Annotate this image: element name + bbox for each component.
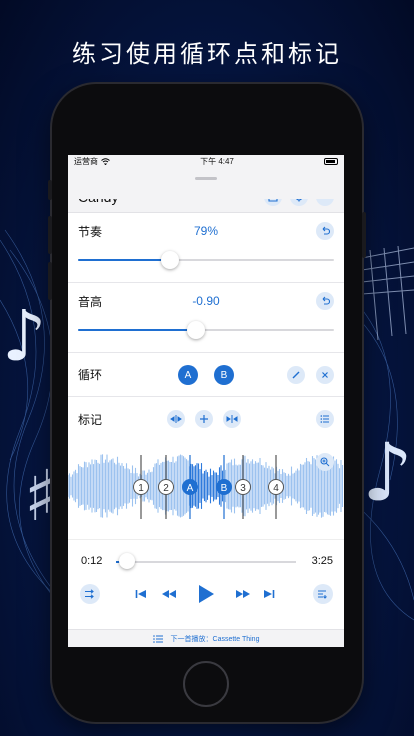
markers-row: 标记 bbox=[68, 397, 344, 441]
play-button[interactable] bbox=[195, 582, 217, 606]
repeat-list-button[interactable] bbox=[313, 584, 333, 604]
jump-right-icon bbox=[226, 415, 238, 423]
pitch-slider[interactable] bbox=[78, 319, 334, 341]
repeat-list-icon bbox=[318, 590, 327, 599]
promo-headline: 练习使用循环点和标记 bbox=[72, 40, 342, 68]
marker-4-label: 4 bbox=[273, 483, 279, 494]
next-marker-button[interactable] bbox=[223, 410, 241, 428]
status-bar: 运营商 下午 4:47 bbox=[68, 155, 344, 168]
pencil-icon bbox=[292, 371, 300, 379]
tempo-label: 节奏 bbox=[78, 224, 103, 239]
previous-marker-button[interactable] bbox=[167, 410, 185, 428]
add-marker-button[interactable] bbox=[195, 410, 213, 428]
clear-loop-button[interactable] bbox=[316, 366, 334, 384]
pitch-reset-button[interactable] bbox=[316, 292, 334, 310]
loop-label: 循环 bbox=[78, 368, 103, 382]
tempo-value: 79% bbox=[193, 224, 219, 238]
elapsed-time: 0:12 bbox=[81, 555, 103, 567]
up-next-label: 下一首播放：Cassette Thing bbox=[170, 635, 260, 643]
markers-label: 标记 bbox=[78, 412, 103, 427]
pitch-label: 音高 bbox=[78, 294, 103, 309]
marker-4[interactable]: 4 bbox=[268, 455, 284, 519]
total-duration: 3:25 bbox=[311, 555, 333, 567]
waveform-svg[interactable]: 1 2 A B 3 4 bbox=[68, 441, 344, 539]
marker-1[interactable]: 1 bbox=[133, 455, 149, 519]
loop-point-b-button[interactable]: B bbox=[214, 365, 234, 385]
skip-forward-button[interactable] bbox=[262, 584, 276, 604]
skip-back-button[interactable] bbox=[134, 584, 148, 604]
pitch-value: -0.90 bbox=[192, 294, 220, 308]
svg-text:♪: ♪ bbox=[2, 295, 47, 377]
skip-next-icon bbox=[264, 590, 275, 598]
loop-row: 循环 A B bbox=[68, 353, 344, 397]
loop-marker-a-label: A bbox=[187, 483, 194, 494]
wifi-icon bbox=[101, 158, 110, 165]
plus-icon bbox=[200, 415, 208, 423]
rewind-icon bbox=[162, 590, 176, 598]
player-panel: 0:12 3:25 bbox=[68, 539, 344, 629]
sheet-grabber[interactable] bbox=[195, 177, 217, 180]
zoom-icon bbox=[320, 457, 330, 467]
home-button[interactable] bbox=[183, 661, 229, 707]
marker-1-label: 1 bbox=[138, 483, 144, 494]
app-screen: 运营商 下午 4:47 Candy 节奏 79% bbox=[68, 155, 344, 647]
tempo-slider[interactable] bbox=[78, 249, 334, 271]
zoom-button[interactable] bbox=[316, 453, 334, 471]
tempo-reset-button[interactable] bbox=[316, 222, 334, 240]
undo-icon bbox=[322, 226, 330, 235]
edit-loop-button[interactable] bbox=[287, 366, 305, 384]
skip-previous-icon bbox=[135, 590, 146, 598]
fast-forward-button[interactable] bbox=[234, 584, 252, 604]
jump-left-icon bbox=[170, 415, 182, 423]
marker-3-label: 3 bbox=[240, 483, 246, 494]
shuffle-button[interactable] bbox=[80, 584, 100, 604]
play-icon bbox=[199, 585, 214, 603]
status-time: 下午 4:47 bbox=[200, 157, 234, 166]
waveform-view[interactable]: 1 2 A B 3 4 bbox=[68, 441, 344, 539]
marker-2-label: 2 bbox=[163, 483, 169, 494]
queue-list-icon bbox=[152, 634, 163, 643]
svg-text:♪: ♪ bbox=[362, 426, 413, 519]
shuffle-icon bbox=[85, 589, 94, 599]
loop-marker-b[interactable]: B bbox=[216, 455, 232, 519]
pitch-slider-thumb[interactable] bbox=[186, 321, 205, 339]
tempo-slider-thumb[interactable] bbox=[161, 251, 180, 269]
carrier-label: 运营商 bbox=[74, 157, 98, 166]
fast-forward-icon bbox=[236, 590, 250, 598]
marker-list-button[interactable] bbox=[316, 410, 334, 428]
sheet-header bbox=[68, 168, 344, 199]
up-next-bar[interactable]: 下一首播放：Cassette Thing bbox=[68, 629, 344, 647]
pitch-row: 音高 -0.90 bbox=[68, 283, 344, 353]
list-icon bbox=[320, 415, 329, 423]
loop-point-a-button[interactable]: A bbox=[178, 365, 198, 385]
playback-scrubber[interactable] bbox=[116, 553, 296, 570]
battery-icon bbox=[323, 158, 338, 165]
scrubber-thumb[interactable] bbox=[118, 553, 135, 569]
close-icon bbox=[322, 372, 328, 378]
rewind-button[interactable] bbox=[160, 584, 178, 604]
tempo-row: 节奏 79% bbox=[68, 213, 344, 283]
undo-icon bbox=[322, 296, 330, 305]
loop-marker-b-label: B bbox=[221, 483, 228, 494]
